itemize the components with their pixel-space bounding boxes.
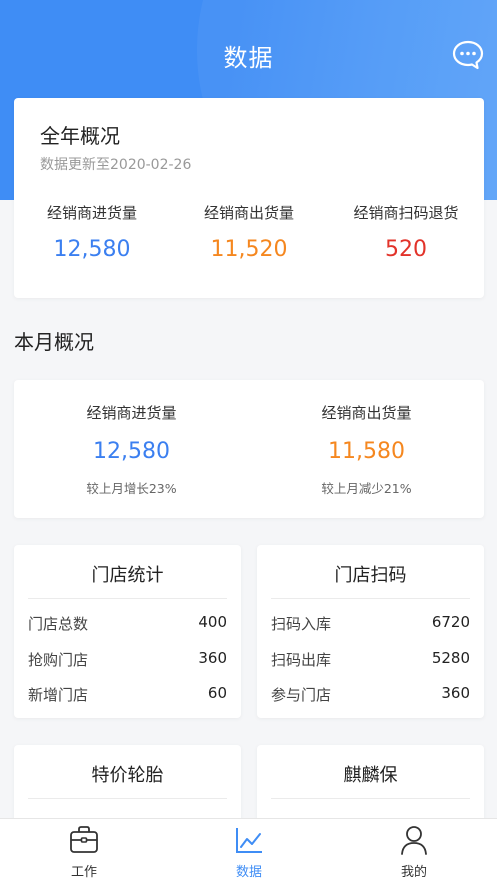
line-chart-icon [236,828,262,853]
list-item: 参与门店 360 [271,684,470,704]
stat-label: 经销商出货量 [321,404,412,422]
year-overview-title: 全年概况 [40,124,120,148]
year-stat-dealer-in[interactable]: 经销商进货量 12,580 [14,202,170,262]
tab-me[interactable]: 我的 [354,819,474,883]
stat-compare: 较上月增长23% [86,481,177,496]
store-stats-card[interactable]: 门店统计 门店总数 400 抢购门店 360 新增门店 60 [14,545,241,718]
briefcase-icon [70,826,98,853]
list-item: 抢购门店 360 [28,649,227,669]
stat-label: 经销商进货量 [46,204,137,222]
list-item: 扫码出库 5280 [271,649,470,669]
stat-compare: 较上月减少21% [321,481,412,496]
divider [271,798,470,799]
qilin-title: 麒麟保 [343,765,398,786]
row-label: 扫码入库 [271,615,332,633]
divider [271,598,470,599]
list-item: 新增门店 60 [28,684,227,704]
month-overview-card: 经销商进货量 12,580 较上月增长23% 经销商出货量 11,580 较上月… [14,380,484,518]
row-label: 新增门店 [28,686,89,704]
year-stat-dealer-return[interactable]: 经销商扫码退货 520 [328,202,484,262]
page-title: 数据 [223,44,274,72]
stat-value: 11,520 [210,237,288,262]
tab-work[interactable]: 工作 [24,819,144,883]
chat-bubble-icon[interactable] [451,38,485,72]
list-item: 扫码入库 6720 [271,613,470,633]
month-overview-heading: 本月概况 [14,330,94,354]
row-value: 360 [441,684,470,702]
year-overview-card: 全年概况 数据更新至2020-02-26 经销商进货量 12,580 经销商出货… [14,98,484,298]
stat-value: 12,580 [53,237,131,262]
store-scan-title: 门店扫码 [334,565,407,586]
row-label: 参与门店 [271,686,332,704]
row-value: 5280 [431,649,470,667]
tab-data[interactable]: 数据 [189,819,309,883]
stat-value: 520 [385,237,427,262]
stat-label: 经销商扫码退货 [353,204,459,222]
divider [28,598,227,599]
tab-label: 数据 [235,865,262,880]
row-label: 扫码出库 [271,651,332,669]
divider [28,798,227,799]
update-date-text: 数据更新至2020-02-26 [40,157,192,173]
tab-label: 工作 [70,865,97,880]
stat-label: 经销商出货量 [203,204,294,222]
stat-value: 11,580 [328,439,405,464]
person-icon [401,826,427,855]
year-stat-dealer-out[interactable]: 经销商出货量 11,520 [171,202,327,262]
row-value: 60 [207,684,227,702]
row-value: 360 [198,649,227,667]
special-tires-title: 特价轮胎 [91,765,164,786]
stat-value: 12,580 [93,439,170,464]
stat-label: 经销商进货量 [86,404,177,422]
month-stat-dealer-in[interactable]: 经销商进货量 12,580 较上月增长23% [14,402,249,497]
row-label: 抢购门店 [28,651,89,669]
row-value: 6720 [431,613,470,631]
row-value: 400 [198,613,227,631]
list-item: 门店总数 400 [28,613,227,633]
month-stat-dealer-out[interactable]: 经销商出货量 11,580 较上月减少21% [249,402,484,497]
store-stats-title: 门店统计 [91,565,164,586]
store-scan-card[interactable]: 门店扫码 扫码入库 6720 扫码出库 5280 参与门店 360 [257,545,484,718]
bottom-tab-bar: 工作 数据 我的 [0,818,497,883]
tab-label: 我的 [400,865,427,880]
row-label: 门店总数 [28,615,89,633]
